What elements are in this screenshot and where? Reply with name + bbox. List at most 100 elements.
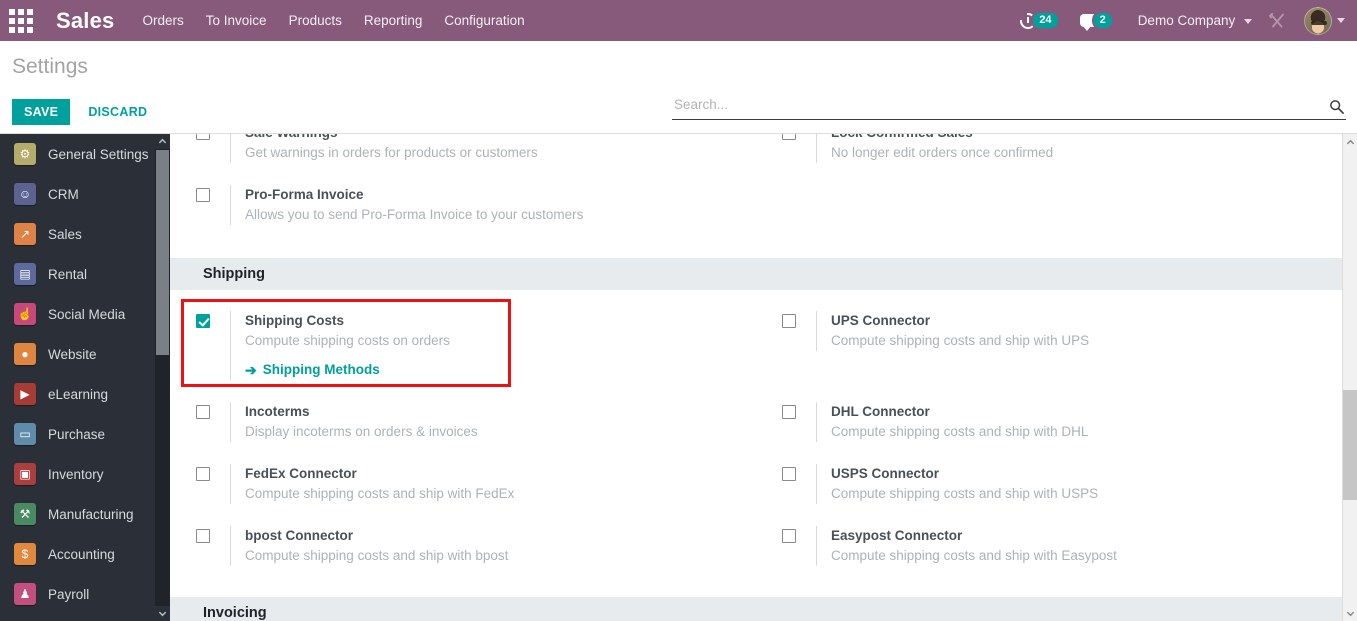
navbar-right-tools: 24 2 Demo Company xyxy=(1010,0,1357,41)
sidebar-item-accounting[interactable]: $ Accounting xyxy=(0,534,170,574)
sidebar-item-social-media[interactable]: ☝ Social Media xyxy=(0,294,170,334)
settings-group-partial: Sale Warnings Get warnings in orders for… xyxy=(170,134,1342,236)
checkbox-lock-confirmed-sales[interactable] xyxy=(782,134,796,140)
checkbox-sale-warnings[interactable] xyxy=(196,134,210,140)
setting-incoterms[interactable]: Incoterms Display incoterms on orders & … xyxy=(170,391,756,453)
menu-item-orders[interactable]: Orders xyxy=(143,13,184,28)
sidebar-scroll-down-button[interactable] xyxy=(155,606,170,621)
app-brand-title[interactable]: Sales xyxy=(56,8,115,34)
sidebar-scroll-up-button[interactable] xyxy=(155,134,170,149)
setting-description: Compute shipping costs and ship with Fed… xyxy=(245,485,515,501)
graduation-icon: ▶ xyxy=(14,383,36,405)
setting-lock-confirmed-sales[interactable]: Lock Confirmed Sales No longer edit orde… xyxy=(756,134,1342,174)
setting-title: Easypost Connector xyxy=(831,527,963,543)
checkbox-usps-connector[interactable] xyxy=(782,466,796,481)
scroll-down-button[interactable] xyxy=(1343,605,1357,621)
control-panel: Settings SAVE DISCARD xyxy=(0,41,1357,134)
checkbox-easypost-connector[interactable] xyxy=(782,528,796,543)
setting-text: DHL Connector Compute shipping costs and… xyxy=(816,401,1089,442)
setting-fedex-connector[interactable]: FedEx Connector Compute shipping costs a… xyxy=(170,453,756,515)
sidebar-item-payroll[interactable]: ♟ Payroll xyxy=(0,574,170,614)
setting-text: Easypost Connector Compute shipping cost… xyxy=(816,525,1117,566)
debug-tools-icon[interactable] xyxy=(1260,0,1294,41)
setting-sale-warnings[interactable]: Sale Warnings Get warnings in orders for… xyxy=(170,134,756,174)
setting-text: Sale Warnings Get warnings in orders for… xyxy=(230,134,538,163)
setting-description: Get warnings in orders for products or c… xyxy=(245,145,538,160)
menu-item-to-invoice[interactable]: To Invoice xyxy=(206,13,267,28)
main-scrollbar[interactable] xyxy=(1342,134,1357,621)
sidebar-item-rental[interactable]: ▤ Rental xyxy=(0,254,170,294)
sidebar-item-label: Inventory xyxy=(48,466,104,482)
sidebar-item-label: Rental xyxy=(48,266,88,282)
handshake-icon: ☺ xyxy=(14,183,36,205)
sidebar-item-sales[interactable]: ↗ Sales xyxy=(0,214,170,254)
setting-title: Incoterms xyxy=(245,403,310,419)
sidebar-scrollbar[interactable] xyxy=(155,134,170,621)
save-button[interactable]: SAVE xyxy=(12,99,71,125)
menu-item-products[interactable]: Products xyxy=(289,13,342,28)
scroll-up-button[interactable] xyxy=(1343,134,1357,150)
setting-easypost-connector[interactable]: Easypost Connector Compute shipping cost… xyxy=(756,515,1342,577)
setting-description: Allows you to send Pro-Forma Invoice to … xyxy=(245,207,584,222)
search-icon[interactable] xyxy=(1326,99,1346,114)
setting-description: Compute shipping costs and ship with UPS xyxy=(831,333,1090,348)
checkbox-shipping-costs[interactable] xyxy=(196,314,210,328)
setting-title: FedEx Connector xyxy=(245,465,357,481)
company-switcher[interactable]: Demo Company xyxy=(1124,13,1260,28)
setting-text: UPS Connector Compute shipping costs and… xyxy=(816,311,1089,351)
setting-description: No longer edit orders once confirmed xyxy=(831,145,1054,160)
setting-text: Incoterms Display incoterms on orders & … xyxy=(230,401,478,442)
setting-pro-forma-invoice[interactable]: Pro-Forma Invoice Allows you to send Pro… xyxy=(170,174,756,236)
setting-text: Pro-Forma Invoice Allows you to send Pro… xyxy=(230,185,583,225)
sidebar-scroll-thumb[interactable] xyxy=(156,150,169,355)
sidebar-item-purchase[interactable]: ▭ Purchase xyxy=(0,414,170,454)
search-input[interactable] xyxy=(672,97,1326,115)
messages-button[interactable]: 2 xyxy=(1070,0,1124,41)
shipping-methods-link-label: Shipping Methods xyxy=(262,362,380,377)
setting-ups-connector[interactable]: UPS Connector Compute shipping costs and… xyxy=(756,300,1342,391)
box-icon: ▣ xyxy=(14,463,36,485)
globe-icon: ● xyxy=(14,343,36,365)
setting-text: USPS Connector Compute shipping costs an… xyxy=(816,463,1098,504)
apps-menu-icon[interactable] xyxy=(0,0,42,41)
sidebar-item-manufacturing[interactable]: ⚒ Manufacturing xyxy=(0,494,170,534)
activities-button[interactable]: 24 xyxy=(1010,0,1069,41)
checkbox-fedex-connector[interactable] xyxy=(196,466,210,481)
invoice-icon: $ xyxy=(14,543,36,565)
checkbox-pro-forma-invoice[interactable] xyxy=(196,188,210,202)
sidebar-item-label: Purchase xyxy=(48,426,106,442)
chart-line-icon: ↗ xyxy=(14,223,36,245)
setting-description: Compute shipping costs and ship with bpo… xyxy=(245,547,509,563)
setting-text: FedEx Connector Compute shipping costs a… xyxy=(230,463,515,504)
setting-description: Compute shipping costs and ship with Eas… xyxy=(831,547,1117,563)
checkbox-bpost-connector[interactable] xyxy=(196,528,210,543)
searchview[interactable] xyxy=(672,93,1346,120)
setting-text: bpost Connector Compute shipping costs a… xyxy=(230,525,509,566)
menu-item-configuration[interactable]: Configuration xyxy=(444,13,524,28)
arrow-right-icon: ➔ xyxy=(245,361,257,378)
setting-shipping-costs[interactable]: Shipping Costs Compute shipping costs on… xyxy=(170,300,756,391)
card-icon: ▭ xyxy=(14,423,36,445)
checkbox-dhl-connector[interactable] xyxy=(782,404,796,419)
settings-sidebar: ⚙ General Settings ☺ CRM ↗ Sales ▤ Renta… xyxy=(0,134,170,621)
menu-item-reporting[interactable]: Reporting xyxy=(364,13,423,28)
setting-bpost-connector[interactable]: bpost Connector Compute shipping costs a… xyxy=(170,515,756,577)
setting-description: Compute shipping costs and ship with DHL xyxy=(831,423,1089,439)
checkbox-ups-connector[interactable] xyxy=(782,314,796,328)
person-badge-icon: ♟ xyxy=(14,583,36,605)
sidebar-item-general-settings[interactable]: ⚙ General Settings xyxy=(0,134,170,174)
sidebar-item-website[interactable]: ● Website xyxy=(0,334,170,374)
setting-usps-connector[interactable]: USPS Connector Compute shipping costs an… xyxy=(756,453,1342,515)
user-menu[interactable] xyxy=(1294,6,1345,35)
section-header-shipping: Shipping xyxy=(170,258,1342,290)
setting-dhl-connector[interactable]: DHL Connector Compute shipping costs and… xyxy=(756,391,1342,453)
discard-button[interactable]: DISCARD xyxy=(76,99,159,125)
sidebar-item-inventory[interactable]: ▣ Inventory xyxy=(0,454,170,494)
setting-title: Pro-Forma Invoice xyxy=(245,187,364,202)
sidebar-item-crm[interactable]: ☺ CRM xyxy=(0,174,170,214)
sidebar-item-elearning[interactable]: ▶ eLearning xyxy=(0,374,170,414)
scroll-thumb[interactable] xyxy=(1343,390,1357,500)
checkbox-incoterms[interactable] xyxy=(196,404,210,419)
chevron-down-icon xyxy=(1244,18,1252,24)
shipping-methods-link[interactable]: ➔ Shipping Methods xyxy=(245,362,380,377)
